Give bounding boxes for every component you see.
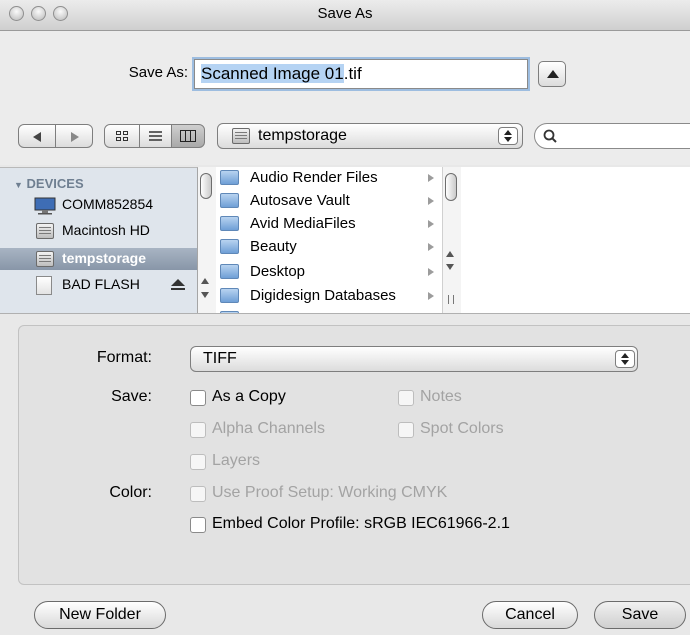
- scroll-thumb[interactable]: [200, 173, 212, 199]
- flash-drive-icon: [36, 276, 52, 295]
- layers-label: Layers: [212, 452, 261, 469]
- cancel-button[interactable]: Cancel: [482, 601, 578, 629]
- magnifier-icon: [543, 129, 557, 143]
- chevron-right-icon: [428, 174, 434, 182]
- column-resize-icon[interactable]: [448, 295, 454, 304]
- hard-disk-icon: [36, 251, 54, 267]
- eject-icon[interactable]: [170, 278, 186, 292]
- folder-icon: [220, 288, 239, 303]
- sidebar-item-label: COMM852854: [62, 196, 154, 212]
- embed-color-profile-checkbox[interactable]: [190, 517, 206, 533]
- alpha-channels-label: Alpha Channels: [212, 420, 325, 437]
- notes-checkbox[interactable]: [398, 390, 414, 406]
- list-item[interactable]: Digidesign Databases: [216, 285, 442, 308]
- triangle-up-icon: [547, 70, 559, 78]
- folder-icon: [220, 193, 239, 208]
- location-popup[interactable]: tempstorage: [217, 123, 523, 149]
- list-item[interactable]: Audio Render Files: [216, 167, 442, 190]
- column-scrollbar[interactable]: [442, 167, 461, 313]
- filename-extension: .tif: [343, 64, 362, 83]
- window-title: Save As: [317, 5, 373, 22]
- scroll-down-icon[interactable]: [201, 292, 209, 298]
- hard-disk-icon: [36, 223, 54, 239]
- format-value: TIFF: [203, 350, 237, 367]
- list-item[interactable]: Desktop: [216, 261, 442, 284]
- forward-arrow-icon: [71, 132, 79, 142]
- proof-setup-checkbox[interactable]: [190, 486, 206, 502]
- back-button[interactable]: [18, 124, 56, 148]
- list-item-label: Avid MediaFiles: [250, 215, 356, 232]
- folder-icon: [220, 216, 239, 231]
- scroll-up-icon[interactable]: [201, 278, 209, 284]
- scroll-down-icon[interactable]: [446, 264, 454, 270]
- list-item[interactable]: Beauty: [216, 236, 442, 259]
- list-item[interactable]: Autosave Vault: [216, 190, 442, 213]
- color-label: Color:: [109, 484, 152, 501]
- search-field[interactable]: [534, 123, 690, 149]
- sidebar-item-label: BAD FLASH: [62, 276, 140, 292]
- chevron-right-icon: [428, 243, 434, 251]
- spot-colors-label: Spot Colors: [420, 420, 504, 437]
- as-a-copy-label: As a Copy: [212, 388, 286, 405]
- location-label: tempstorage: [258, 127, 347, 144]
- scroll-thumb[interactable]: [445, 173, 457, 201]
- popup-arrows-icon: [498, 127, 518, 145]
- proof-setup-label: Use Proof Setup: Working CMYK: [212, 484, 448, 501]
- back-arrow-icon: [33, 132, 41, 142]
- empty-column: [461, 167, 690, 313]
- sidebar-item-macintosh-hd[interactable]: Macintosh HD: [0, 220, 197, 242]
- new-folder-button[interactable]: New Folder: [34, 601, 166, 629]
- folder-icon: [220, 170, 239, 185]
- sidebar-item-bad-flash[interactable]: BAD FLASH: [0, 274, 197, 296]
- sidebar-scrollbar[interactable]: [198, 167, 217, 313]
- sidebar-item-tempstorage[interactable]: tempstorage: [0, 248, 197, 270]
- alpha-channels-checkbox[interactable]: [190, 422, 206, 438]
- forward-button[interactable]: [55, 124, 93, 148]
- devices-heading: ▼ DEVICES: [14, 176, 84, 191]
- popup-arrows-icon: [615, 350, 635, 368]
- list-view-icon: [149, 131, 162, 141]
- as-a-copy-checkbox[interactable]: [190, 390, 206, 406]
- list-item[interactable]: Avid MediaFiles: [216, 213, 442, 236]
- format-popup[interactable]: TIFF: [190, 346, 638, 372]
- save-as-label: Save As:: [128, 64, 188, 81]
- embed-color-profile-label: Embed Color Profile: sRGB IEC61966-2.1: [212, 515, 510, 532]
- sidebar-item-comm852854[interactable]: COMM852854: [0, 194, 197, 216]
- sidebar-item-label: Macintosh HD: [62, 222, 150, 238]
- format-label: Format:: [96, 349, 152, 366]
- list-view-button[interactable]: [139, 124, 172, 148]
- scroll-up-icon[interactable]: [446, 251, 454, 257]
- hard-disk-icon: [232, 128, 250, 144]
- list-item-label: Audio Render Files: [250, 169, 378, 186]
- filename-selected-text: Scanned Image 01: [201, 64, 344, 83]
- save-button[interactable]: Save: [594, 601, 686, 629]
- icon-view-button[interactable]: [104, 124, 140, 148]
- filename-field[interactable]: Scanned Image 01.tif: [194, 59, 528, 89]
- chevron-right-icon: [428, 197, 434, 205]
- list-item-label: Beauty: [250, 238, 297, 255]
- folder-icon: [220, 239, 239, 254]
- chevron-right-icon: [428, 268, 434, 276]
- computer-icon: [34, 197, 56, 215]
- notes-label: Notes: [420, 388, 462, 405]
- chevron-right-icon: [428, 292, 434, 300]
- chevron-right-icon: [428, 220, 434, 228]
- devices-heading-text: DEVICES: [26, 176, 84, 191]
- list-item-label: Digidesign Databases: [250, 287, 396, 304]
- title-bar: Save As: [0, 0, 690, 31]
- list-item-label: Autosave Vault: [250, 192, 350, 209]
- file-column: Audio Render Files Autosave Vault Avid M…: [216, 167, 442, 313]
- collapse-browser-button[interactable]: [538, 61, 566, 87]
- save-options-label: Save:: [111, 388, 152, 405]
- icon-view-icon: [116, 131, 128, 141]
- disclosure-triangle-icon[interactable]: ▼: [14, 180, 23, 190]
- column-view-button[interactable]: [171, 124, 205, 148]
- list-item-label: Desktop: [250, 263, 306, 280]
- sidebar-item-label: tempstorage: [62, 250, 147, 266]
- folder-icon: [220, 264, 239, 279]
- spot-colors-checkbox[interactable]: [398, 422, 414, 438]
- layers-checkbox[interactable]: [190, 454, 206, 470]
- column-view-icon: [180, 130, 196, 142]
